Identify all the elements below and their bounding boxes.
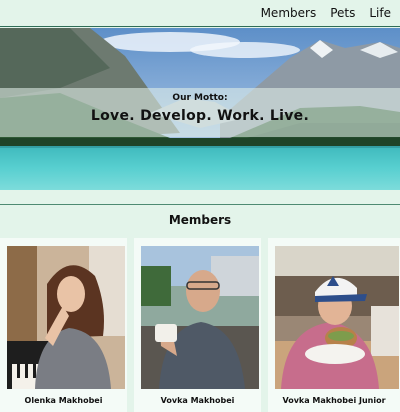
member-name: Olenka Makhobei bbox=[24, 396, 103, 405]
member-card[interactable]: Olenka Makhobei bbox=[0, 238, 127, 412]
members-section-title: Members bbox=[168, 213, 232, 227]
motto-label: Our Motto: bbox=[172, 93, 228, 103]
member-photo bbox=[275, 246, 399, 389]
member-card[interactable]: Vovka Makhobei Junior bbox=[268, 238, 400, 412]
section-divider bbox=[0, 204, 400, 205]
member-photo bbox=[7, 246, 125, 389]
members-card-list: Olenka Makhobei Vovka Makhobei Vovka Mak… bbox=[0, 238, 400, 412]
member-name: Vovka Makhobei bbox=[160, 396, 235, 405]
member-photo bbox=[141, 246, 259, 389]
nav-link-life[interactable]: Life bbox=[369, 6, 391, 20]
member-name: Vovka Makhobei Junior bbox=[282, 396, 386, 405]
top-navigation: Members Pets Life bbox=[0, 0, 400, 27]
hero-banner: Our Motto: Love. Develop. Work. Live. bbox=[0, 28, 400, 190]
motto-banner: Our Motto: Love. Develop. Work. Live. bbox=[0, 88, 400, 137]
nav-link-members[interactable]: Members bbox=[261, 6, 317, 20]
motto-text: Love. Develop. Work. Live. bbox=[90, 108, 310, 124]
nav-link-pets[interactable]: Pets bbox=[330, 6, 355, 20]
member-card[interactable]: Vovka Makhobei bbox=[134, 238, 261, 412]
